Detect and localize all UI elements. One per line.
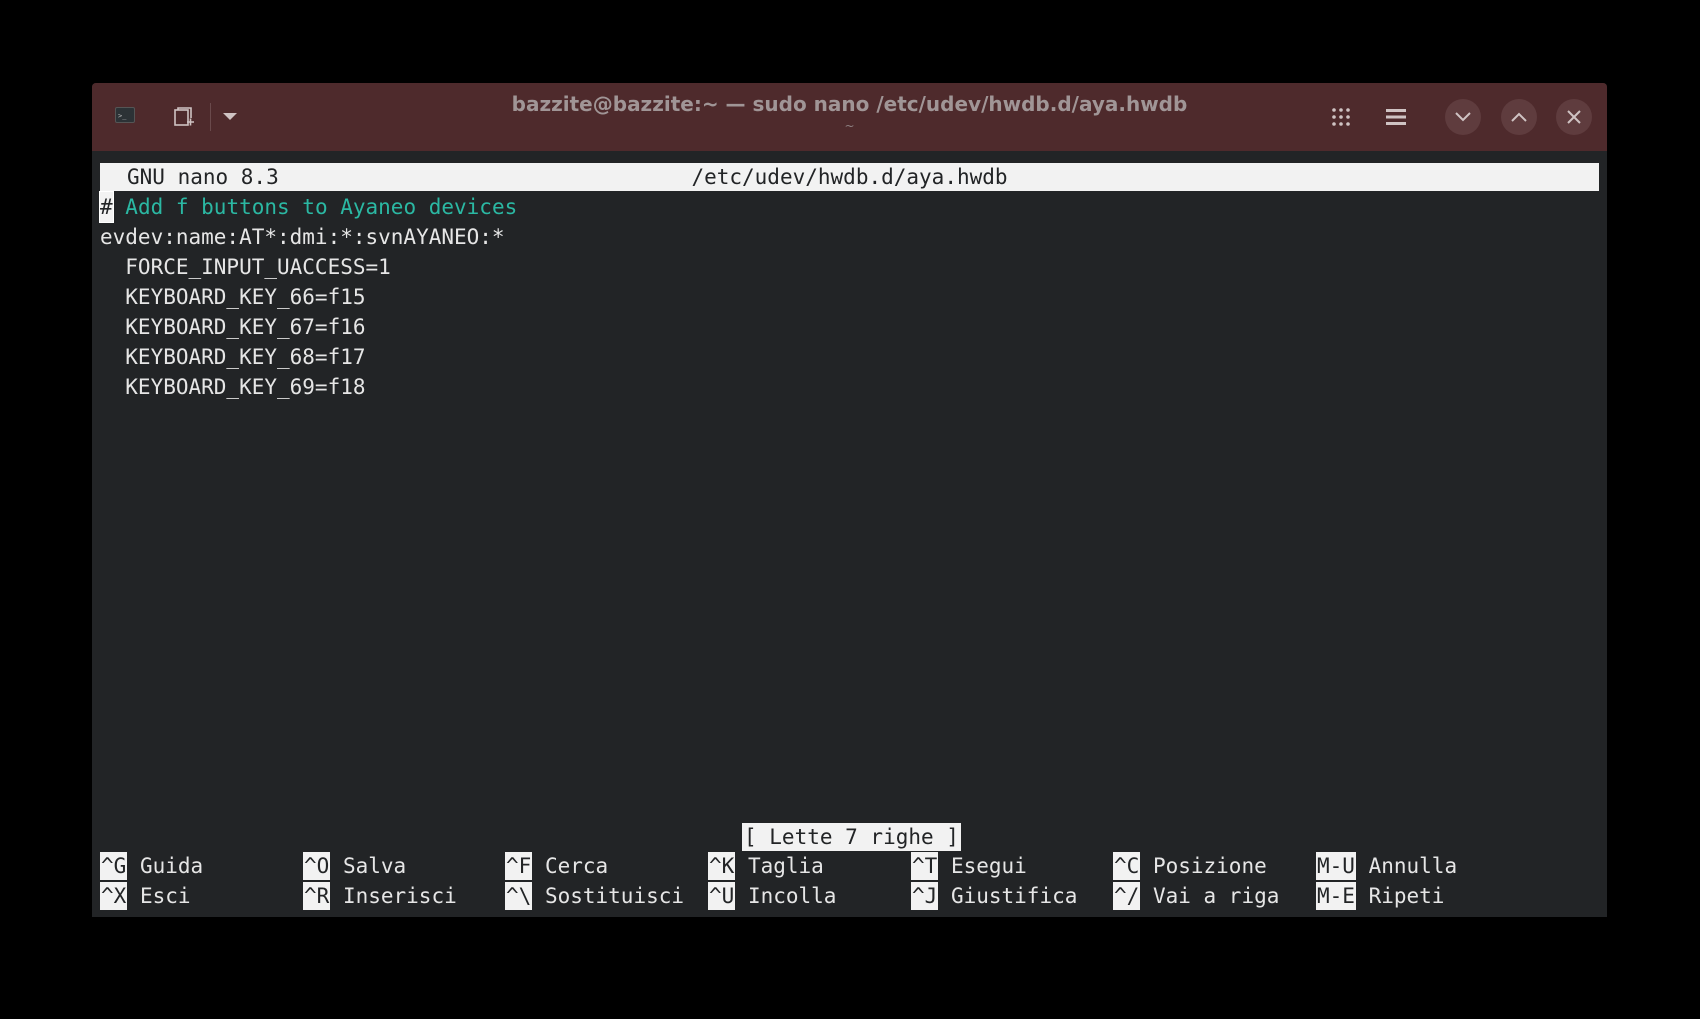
shortcut-esci[interactable]: ^X Esci xyxy=(100,882,191,910)
shortcut-esegui[interactable]: ^T Esegui xyxy=(911,852,1027,880)
hamburger-menu-icon[interactable] xyxy=(1384,105,1408,129)
shortcut-label: Esci xyxy=(139,884,191,908)
shortcut-label: Taglia xyxy=(747,854,824,878)
shortcut-label: Esegui xyxy=(950,854,1027,878)
nano-filename: /etc/udev/hwdb.d/aya.hwdb xyxy=(691,165,1008,189)
shortcut-sostituisci[interactable]: ^\ Sostituisci xyxy=(505,882,684,910)
shortcut-giustifica[interactable]: ^J Giustifica xyxy=(911,882,1077,910)
shortcut-key: ^G xyxy=(100,852,128,880)
shortcut-key: ^F xyxy=(505,852,533,880)
shortcut-label: Annulla xyxy=(1368,854,1458,878)
shortcut-key: ^O xyxy=(303,852,331,880)
shortcut-label: Ripeti xyxy=(1368,884,1445,908)
shortcut-label: Sostituisci xyxy=(544,884,685,908)
shortcut-key: ^/ xyxy=(1113,882,1141,910)
editor-line-1[interactable]: # Add f buttons to Ayaneo devices xyxy=(99,191,518,223)
comment-text: Add f buttons to Ayaneo devices xyxy=(112,195,518,219)
shortcut-key: M-E xyxy=(1316,882,1356,910)
shortcut-label: Giustifica xyxy=(950,884,1078,908)
shortcut-key: ^\ xyxy=(505,882,533,910)
shortcut-ripeti[interactable]: M-E Ripeti xyxy=(1316,882,1444,910)
shortcut-vai-a-riga[interactable]: ^/ Vai a riga xyxy=(1113,882,1279,910)
apps-grid-icon[interactable] xyxy=(1329,105,1353,129)
editor-line-2[interactable]: evdev:name:AT*:dmi:*:svnAYANEO:* xyxy=(100,222,505,252)
minimize-button[interactable] xyxy=(1445,99,1481,135)
shortcut-guida[interactable]: ^G Guida xyxy=(100,852,203,880)
shortcut-taglia[interactable]: ^K Taglia xyxy=(708,852,824,880)
shortcut-incolla[interactable]: ^U Incolla xyxy=(708,882,836,910)
shortcut-annulla[interactable]: M-U Annulla xyxy=(1316,852,1457,880)
editor-line-4[interactable]: KEYBOARD_KEY_66=f15 xyxy=(100,282,365,312)
shortcut-key: ^K xyxy=(708,852,736,880)
chevron-up-icon xyxy=(1511,112,1527,122)
close-icon xyxy=(1567,110,1581,124)
editor-line-6[interactable]: KEYBOARD_KEY_68=f17 xyxy=(100,342,365,372)
window-subtitle: ~ xyxy=(844,119,855,133)
shortcut-key: ^T xyxy=(911,852,939,880)
editor-line-7[interactable]: KEYBOARD_KEY_69=f18 xyxy=(100,372,365,402)
shortcut-key: M-U xyxy=(1316,852,1356,880)
shortcut-label: Vai a riga xyxy=(1152,884,1280,908)
shortcut-key: ^X xyxy=(100,882,128,910)
terminal-window: >_ bazzite@bazzite:~ — sudo nano /etc/ud… xyxy=(92,83,1607,917)
status-message: [ Lette 7 righe ] xyxy=(742,823,961,851)
close-button[interactable] xyxy=(1556,99,1592,135)
shortcut-label: Guida xyxy=(139,854,204,878)
editor-line-3[interactable]: FORCE_INPUT_UACCESS=1 xyxy=(100,252,391,282)
shortcut-label: Posizione xyxy=(1152,854,1267,878)
chevron-down-icon xyxy=(1455,112,1471,122)
shortcut-salva[interactable]: ^O Salva xyxy=(303,852,406,880)
shortcut-label: Cerca xyxy=(544,854,609,878)
shortcut-key: ^R xyxy=(303,882,331,910)
shortcut-label: Inserisci xyxy=(342,884,457,908)
shortcut-inserisci[interactable]: ^R Inserisci xyxy=(303,882,457,910)
shortcut-label: Salva xyxy=(342,854,407,878)
nano-header: GNU nano 8.3 /etc/udev/hwdb.d/aya.hwdb xyxy=(100,163,1599,191)
window-title: bazzite@bazzite:~ — sudo nano /etc/udev/… xyxy=(511,92,1188,116)
shortcut-label: Incolla xyxy=(747,884,837,908)
text-cursor: # xyxy=(99,191,114,223)
maximize-button[interactable] xyxy=(1501,99,1537,135)
shortcut-key: ^C xyxy=(1113,852,1141,880)
shortcut-cerca[interactable]: ^F Cerca xyxy=(505,852,608,880)
editor-line-5[interactable]: KEYBOARD_KEY_67=f16 xyxy=(100,312,365,342)
title-bar[interactable]: >_ bazzite@bazzite:~ — sudo nano /etc/ud… xyxy=(92,83,1607,151)
shortcut-posizione[interactable]: ^C Posizione xyxy=(1113,852,1267,880)
shortcut-key: ^U xyxy=(708,882,736,910)
shortcut-key: ^J xyxy=(911,882,939,910)
